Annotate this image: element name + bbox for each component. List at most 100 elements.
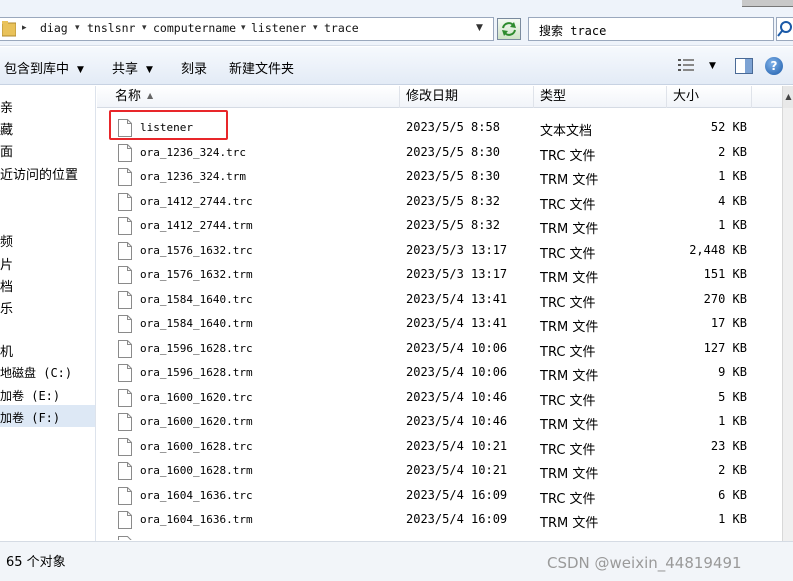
nav-item-computer[interactable]: 机: [0, 341, 13, 360]
nav-item-0[interactable]: 亲: [0, 97, 13, 116]
file-row[interactable]: ora_1576_1632.trc 2023/5/3 13:17 TRC 文件 2,4…: [97, 239, 782, 263]
annotation-highlight-box: [109, 110, 228, 140]
file-row[interactable]: ora_1600_1628.trc 2023/5/4 10:21 TRC 文件 23 …: [97, 435, 782, 459]
file-icon: [118, 315, 132, 333]
file-row[interactable]: ora_1576_1632.trm 2023/5/3 13:17 TRM 文件 151…: [97, 263, 782, 287]
file-type: TRC 文件: [540, 295, 596, 311]
file-row[interactable]: ora_1584_1640.trc 2023/5/4 13:41 TRC 文件 270…: [97, 288, 782, 312]
file-row[interactable]: ora_1236_324.trm 2023/5/5 8:30 TRM 文件 1 KB: [97, 165, 782, 189]
file-type: TRM 文件: [540, 516, 599, 531]
chevron-down-icon: ▼: [146, 65, 153, 75]
address-history-dropdown-icon[interactable]: ▼: [476, 23, 483, 33]
file-date: 2023/5/5 8:30: [406, 144, 500, 159]
file-size: 1 KB: [718, 512, 747, 526]
breadcrumb-trace[interactable]: trace: [324, 21, 359, 35]
file-type: TRM 文件: [540, 173, 599, 188]
vertical-scrollbar[interactable]: ▲: [782, 86, 793, 541]
file-name: ora_1600_1628.trm: [140, 464, 253, 477]
column-header-date[interactable]: 修改日期: [400, 86, 534, 108]
file-type: TRC 文件: [540, 491, 596, 507]
breadcrumb-tnslsnr[interactable]: tnslsnr: [87, 21, 135, 35]
new-folder-label: 新建文件夹: [229, 62, 295, 77]
file-type: TRC 文件: [540, 344, 596, 360]
status-bar: 65 个对象 CSDN @weixin_44819491: [0, 541, 793, 581]
nav-item-recent-places[interactable]: 近访问的位置: [0, 164, 78, 183]
file-row[interactable]: ora_1412_2744.trc 2023/5/5 8:32 TRC 文件 4 KB: [97, 190, 782, 214]
nav-item-drive-c[interactable]: 地磁盘 (C:): [0, 364, 72, 381]
scroll-up-icon[interactable]: ▲: [783, 86, 793, 108]
file-icon: [118, 192, 132, 211]
help-icon[interactable]: ?: [765, 57, 783, 75]
file-row[interactable]: ora_1412_2744.trm 2023/5/5 8:32 TRM 文件 1 KB: [97, 214, 782, 238]
file-size: 2,448 KB: [689, 242, 747, 257]
file-date: 2023/5/4 16:09: [406, 512, 508, 526]
share-button[interactable]: 共享 ▼: [112, 58, 153, 77]
chevron-down-icon[interactable]: ▾: [142, 23, 147, 33]
command-toolbar: 包含到库中 ▼ 共享 ▼ 刻录 新建文件夹 ▼ ?: [0, 47, 793, 85]
chevron-down-icon[interactable]: ▾: [75, 23, 80, 33]
file-name: ora_1412_2744.trm: [140, 219, 253, 232]
item-count: 65 个对象: [6, 555, 66, 570]
refresh-button[interactable]: [497, 18, 521, 40]
file-icon: [118, 511, 132, 529]
window-title-strip: [742, 0, 793, 7]
nav-item-1[interactable]: 藏: [0, 119, 13, 138]
preview-pane-icon[interactable]: [735, 58, 753, 74]
file-icon: [118, 290, 132, 309]
file-size: 1 KB: [718, 218, 747, 232]
file-row[interactable]: ora_1600_1620.trm 2023/5/4 10:46 TRM 文件 1 K…: [97, 410, 782, 434]
file-icon: [118, 462, 132, 480]
file-row[interactable]: ora_1604_1636.trm 2023/5/4 16:09 TRM 文件 1 K…: [97, 508, 782, 532]
include-in-library-button[interactable]: 包含到库中 ▼: [4, 58, 84, 77]
burn-label: 刻录: [181, 62, 208, 77]
file-icon: [118, 535, 132, 540]
column-header-size[interactable]: 大小: [667, 86, 752, 108]
file-row[interactable]: ora_1584_1640.trm 2023/5/4 13:41 TRM 文件 17 …: [97, 312, 782, 336]
file-size: 52 KB: [710, 120, 747, 134]
file-row[interactable]: ora_1236_324.trc 2023/5/5 8:30 TRC 文件 2 KB: [97, 141, 782, 165]
file-date: 2023/5/3 13:17: [406, 267, 508, 281]
file-name: ora_1604_1636.trc: [140, 488, 253, 502]
breadcrumb-listener[interactable]: listener: [251, 21, 306, 35]
file-date: 2023/5/5 8:32: [406, 193, 500, 208]
file-date: 2023/5/4 13:41: [406, 291, 508, 306]
file-row[interactable]: ora_1600_1628.trm 2023/5/4 10:21 TRM 文件 2 K…: [97, 459, 782, 483]
file-name: ora_1584_1640.trc: [140, 292, 253, 306]
view-dropdown-icon[interactable]: ▼: [709, 61, 716, 71]
nav-item-9[interactable]: 乐: [0, 298, 13, 317]
file-row[interactable]: ora_1604_1636.trc 2023/5/4 16:09 TRC 文件 6 K…: [97, 484, 782, 508]
file-icon: [118, 486, 132, 505]
chevron-down-icon[interactable]: ▾: [241, 23, 246, 33]
file-type: TRC 文件: [540, 442, 596, 458]
nav-item-7[interactable]: 片: [0, 254, 13, 273]
nav-item-8[interactable]: 档: [0, 276, 13, 295]
file-type: TRM 文件: [540, 418, 599, 433]
file-type: TRM 文件: [540, 369, 599, 384]
search-button[interactable]: [776, 17, 793, 41]
nav-item-2[interactable]: 面: [0, 141, 13, 160]
file-name: ora_1576_1632.trm: [140, 268, 253, 281]
search-input[interactable]: 搜索 trace: [528, 17, 774, 41]
nav-item-6[interactable]: 频: [0, 231, 13, 250]
chevron-down-icon[interactable]: ▾: [313, 23, 318, 33]
file-icon: [118, 266, 132, 284]
file-row[interactable]: ora_1596_1628.trm 2023/5/4 10:06 TRM 文件 9 K…: [97, 361, 782, 385]
file-row[interactable]: ora_1596_1628.trc 2023/5/4 10:06 TRC 文件 127…: [97, 337, 782, 361]
file-size: 1 KB: [718, 414, 747, 428]
column-header-name[interactable]: 名称 ▲: [109, 86, 400, 108]
chevron-right-icon[interactable]: ▸: [22, 23, 27, 33]
column-header-row: 名称 ▲ 修改日期 类型 大小: [97, 86, 782, 108]
nav-item-drive-e[interactable]: 加卷 (E:): [0, 387, 60, 404]
file-row[interactable]: ora_1600_1620.trc 2023/5/4 10:46 TRC 文件 5 K…: [97, 386, 782, 410]
burn-button[interactable]: 刻录: [181, 58, 207, 77]
column-header-type[interactable]: 类型: [534, 86, 667, 108]
nav-item-drive-f[interactable]: 加卷 (F:): [0, 409, 60, 426]
new-folder-button[interactable]: 新建文件夹: [229, 58, 294, 77]
file-icon: [118, 241, 132, 260]
view-options-icon[interactable]: [678, 58, 694, 72]
breadcrumb-computername[interactable]: computername: [153, 21, 236, 35]
file-type: TRC 文件: [540, 197, 596, 213]
breadcrumb-diag[interactable]: diag: [40, 21, 68, 35]
file-row-partial[interactable]: [97, 533, 782, 540]
address-bar[interactable]: ▸ diag ▾ tnslsnr ▾ computername ▾ listen…: [0, 17, 494, 41]
